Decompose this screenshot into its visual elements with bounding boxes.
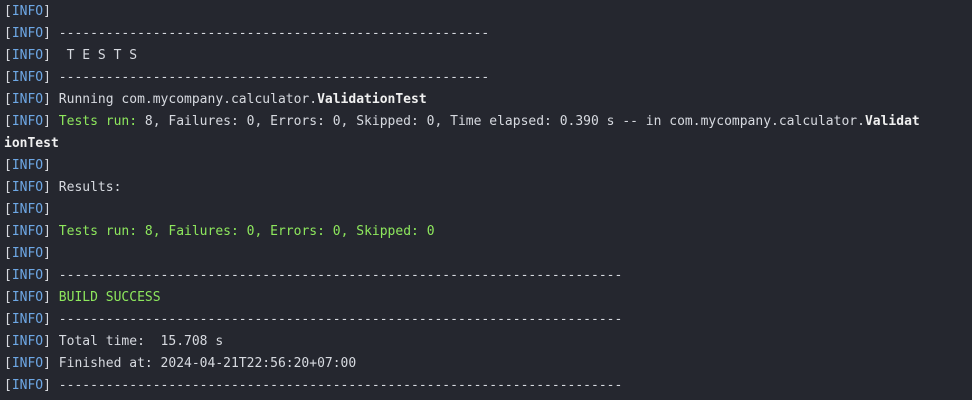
log-text: Finished at: 2024-04-21T22:56:20+07:00 <box>58 356 357 371</box>
terminal-line: [INFO] T E S T S <box>4 45 972 67</box>
log-bracket-open: [ <box>4 92 12 107</box>
log-bracket-open: [ <box>4 4 12 19</box>
terminal-output[interactable]: [INFO] [INFO] --------------------------… <box>0 0 972 400</box>
log-bracket-close: ] <box>43 26 59 41</box>
log-level-tag: INFO <box>11 70 44 85</box>
log-level-tag: INFO <box>11 312 44 327</box>
log-text: Errors: <box>270 224 333 239</box>
log-bracket-open: [ <box>4 334 12 349</box>
terminal-line: [INFO] Finished at: 2024-04-21T22:56:20+… <box>4 353 972 375</box>
log-level-tag: INFO <box>11 246 44 261</box>
log-bracket-close: ] <box>43 158 59 173</box>
terminal-line: [INFO] <box>4 1 972 23</box>
log-bracket-close: ] <box>43 246 59 261</box>
log-bracket-close: ] <box>43 92 59 107</box>
log-bracket-open: [ <box>4 224 12 239</box>
log-text: T E S T S <box>58 48 138 63</box>
terminal-line: [INFO] ---------------------------------… <box>4 375 972 397</box>
log-text: 0 <box>426 224 435 239</box>
log-level-tag: INFO <box>11 378 44 393</box>
log-bracket-close: ] <box>43 180 59 195</box>
log-bracket-open: [ <box>4 312 12 327</box>
log-bracket-open: [ <box>4 378 12 393</box>
log-level-tag: INFO <box>11 92 44 107</box>
log-bracket-open: [ <box>4 356 12 371</box>
log-level-tag: INFO <box>11 4 44 19</box>
log-text: Validat <box>864 114 920 129</box>
log-level-tag: INFO <box>11 114 44 129</box>
log-text: ----------------------------------------… <box>58 26 490 41</box>
log-text: Results: <box>58 180 122 195</box>
log-text: Failures: <box>168 224 247 239</box>
log-bracket-open: [ <box>4 158 12 173</box>
log-text: ----------------------------------------… <box>58 312 623 327</box>
log-level-tag: INFO <box>11 158 44 173</box>
log-bracket-open: [ <box>4 268 12 283</box>
log-text: Tests run: <box>58 114 145 129</box>
log-bracket-close: ] <box>43 4 59 19</box>
terminal-line: ionTest <box>4 133 972 155</box>
log-bracket-close: ] <box>43 356 59 371</box>
log-level-tag: INFO <box>11 334 44 349</box>
log-bracket-open: [ <box>4 246 12 261</box>
log-bracket-open: [ <box>4 48 12 63</box>
log-text: BUILD SUCCESS <box>58 290 161 305</box>
terminal-line: [INFO] Tests run: 8, Failures: 0, Errors… <box>4 221 972 243</box>
log-bracket-close: ] <box>43 334 59 349</box>
log-bracket-close: ] <box>43 70 59 85</box>
log-level-tag: INFO <box>11 268 44 283</box>
log-bracket-open: [ <box>4 70 12 85</box>
log-text: ValidationTest <box>317 92 427 107</box>
log-level-tag: INFO <box>11 26 44 41</box>
log-level-tag: INFO <box>11 356 44 371</box>
log-bracket-close: ] <box>43 268 59 283</box>
log-text: Skipped: <box>356 224 427 239</box>
log-bracket-close: ] <box>43 312 59 327</box>
log-bracket-open: [ <box>4 202 12 217</box>
log-text: ----------------------------------------… <box>58 70 490 85</box>
log-level-tag: INFO <box>11 290 44 305</box>
log-text: Tests run: <box>58 224 145 239</box>
log-bracket-close: ] <box>43 48 59 63</box>
terminal-line: [INFO] <box>4 199 972 221</box>
log-text: 8, Failures: 0, Errors: 0, Skipped: 0, T… <box>144 114 865 129</box>
terminal-line: [INFO] ---------------------------------… <box>4 67 972 89</box>
terminal-line: [INFO] BUILD SUCCESS <box>4 287 972 309</box>
log-text: 0, <box>246 224 271 239</box>
terminal-line: [INFO] ---------------------------------… <box>4 309 972 331</box>
terminal-line: [INFO] ---------------------------------… <box>4 23 972 45</box>
log-level-tag: INFO <box>11 202 44 217</box>
log-bracket-open: [ <box>4 114 12 129</box>
log-bracket-close: ] <box>43 378 59 393</box>
log-text: ----------------------------------------… <box>58 268 623 283</box>
log-bracket-close: ] <box>43 290 59 305</box>
log-text: 8, <box>144 224 169 239</box>
log-text: ionTest <box>4 136 59 151</box>
log-text: Total time: 15.708 s <box>58 334 224 349</box>
log-bracket-open: [ <box>4 26 12 41</box>
log-bracket-close: ] <box>43 202 59 217</box>
terminal-line: [INFO] Results: <box>4 177 972 199</box>
log-level-tag: INFO <box>11 180 44 195</box>
log-bracket-open: [ <box>4 180 12 195</box>
terminal-line: [INFO] Running com.mycompany.calculator.… <box>4 89 972 111</box>
log-text: 0, <box>332 224 357 239</box>
log-bracket-open: [ <box>4 290 12 305</box>
log-level-tag: INFO <box>11 224 44 239</box>
log-bracket-close: ] <box>43 114 59 129</box>
log-level-tag: INFO <box>11 48 44 63</box>
terminal-line: [INFO] <box>4 243 972 265</box>
log-bracket-close: ] <box>43 224 59 239</box>
terminal-line: [INFO] ---------------------------------… <box>4 265 972 287</box>
terminal-line: [INFO] Total time: 15.708 s <box>4 331 972 353</box>
log-text: ----------------------------------------… <box>58 378 623 393</box>
terminal-line: [INFO] <box>4 155 972 177</box>
terminal-line: [INFO] Tests run: 8, Failures: 0, Errors… <box>4 111 972 133</box>
log-text: Running com.mycompany.calculator. <box>58 92 318 107</box>
